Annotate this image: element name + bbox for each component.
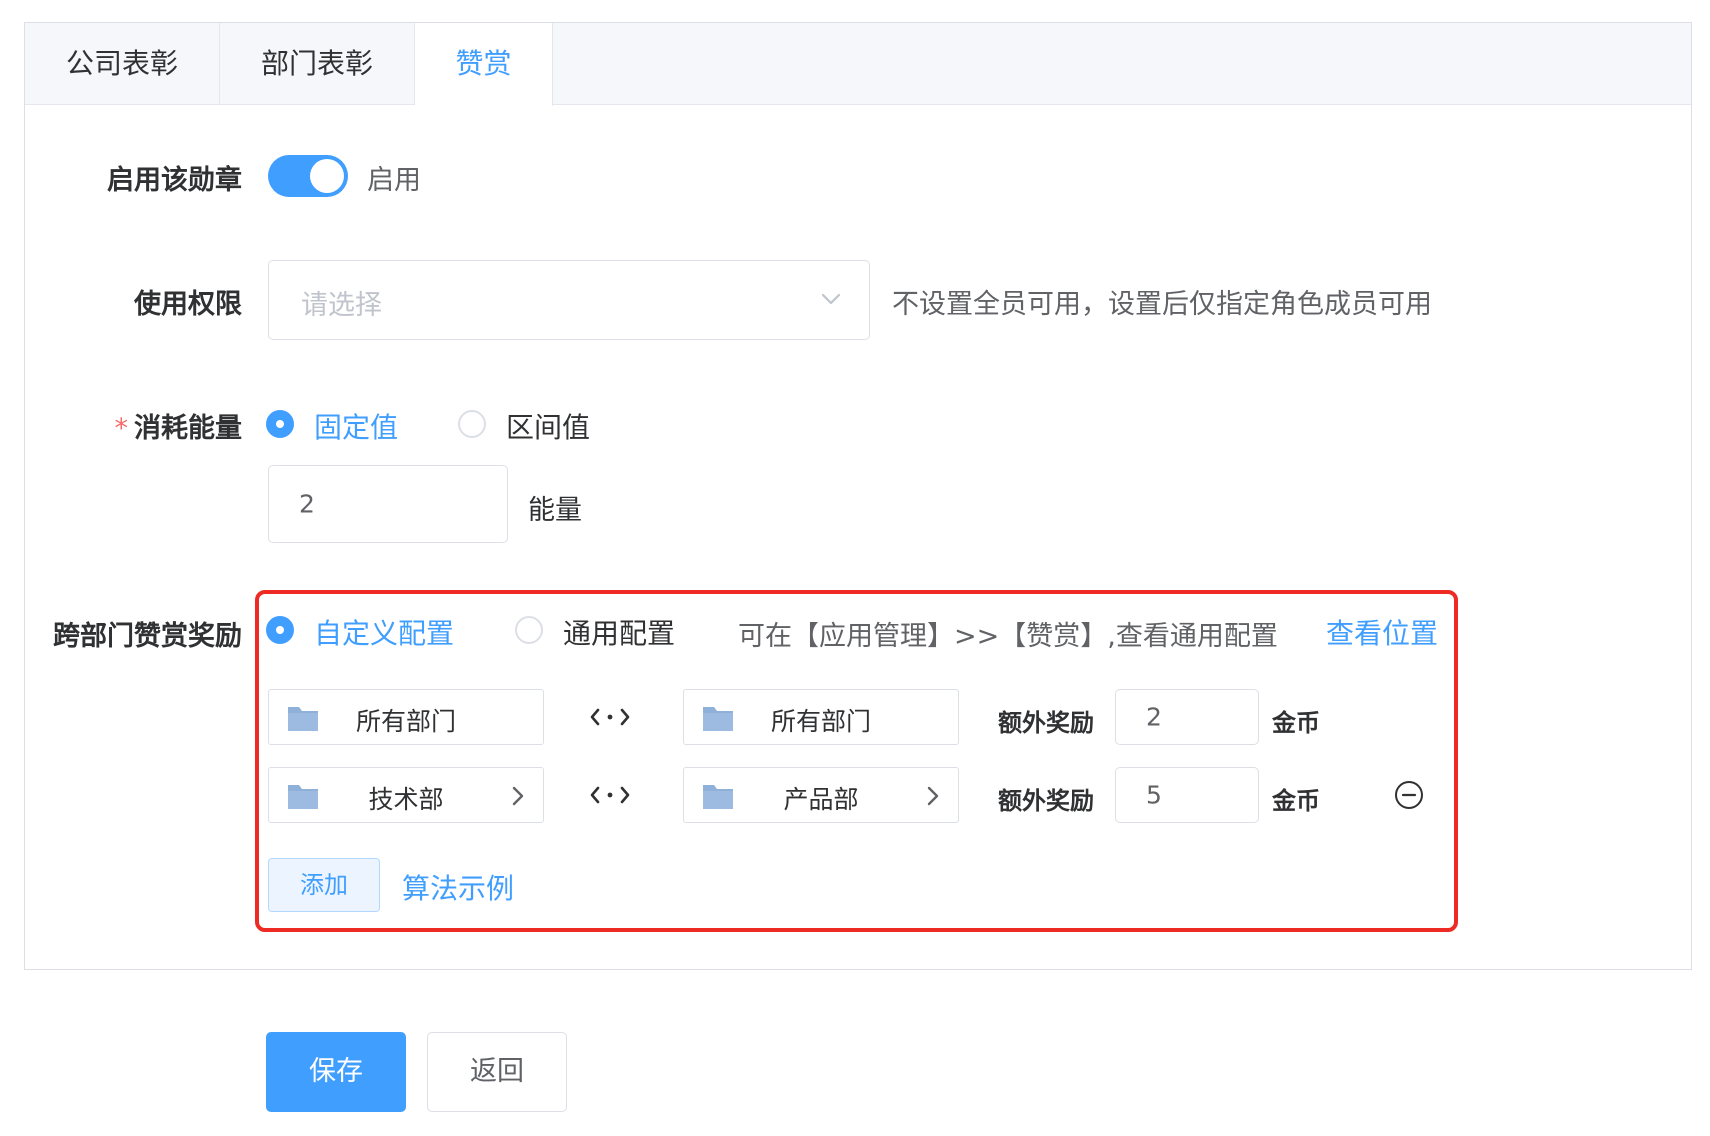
from-dept-name: 技术部 [368, 785, 444, 814]
reward-amount: 2 [1146, 702, 1162, 732]
required-mark: * [114, 413, 129, 444]
custom-config-radio[interactable] [266, 616, 294, 644]
custom-config-label[interactable]: 自定义配置 [314, 612, 454, 652]
chevron-right-icon [927, 786, 939, 806]
to-dept-name: 所有部门 [770, 707, 871, 736]
bidirectional-arrow-icon [590, 786, 630, 804]
enable-switch-text: 启用 [367, 165, 421, 196]
reward-amount-input[interactable]: 5 [1115, 767, 1259, 823]
energy-unit: 能量 [528, 495, 582, 526]
coin-unit: 金币 [1272, 709, 1320, 737]
remove-row-icon[interactable] [1394, 780, 1424, 810]
permission-placeholder: 请选择 [301, 290, 382, 321]
energy-value: 2 [299, 489, 315, 519]
tab-department-praise[interactable]: 部门表彰 [220, 23, 415, 105]
add-row-button[interactable]: 添加 [268, 858, 380, 912]
reward-label: 额外奖励 [998, 709, 1094, 737]
general-config-label[interactable]: 通用配置 [563, 612, 675, 652]
reward-amount: 5 [1146, 780, 1162, 810]
enable-switch[interactable] [268, 155, 348, 197]
to-dept-selector[interactable]: 所有部门 [683, 689, 959, 745]
tab-appreciation[interactable]: 赞赏 [415, 23, 553, 106]
energy-value-input[interactable]: 2 [268, 465, 508, 543]
energy-range-radio[interactable] [458, 410, 486, 438]
back-button[interactable]: 返回 [427, 1032, 567, 1112]
to-dept-selector[interactable]: 产品部 [683, 767, 959, 823]
energy-fixed-label[interactable]: 固定值 [314, 406, 398, 446]
permission-select[interactable]: 请选择 [268, 260, 870, 340]
general-config-info: 可在【应用管理】>>【赞赏】,查看通用配置 [738, 621, 1278, 652]
general-config-radio[interactable] [515, 616, 543, 644]
chevron-down-icon [821, 293, 841, 305]
view-location-link[interactable]: 查看位置 [1326, 612, 1438, 652]
switch-knob [310, 159, 344, 193]
reward-amount-input[interactable]: 2 [1115, 689, 1259, 745]
cross-dept-label: 跨部门赞赏奖励 [53, 621, 242, 652]
to-dept-name: 产品部 [783, 785, 859, 814]
permission-label: 使用权限 [134, 289, 242, 320]
enable-medal-label: 启用该勋章 [107, 165, 242, 196]
energy-label: * 消耗能量 [100, 406, 243, 445]
algorithm-example-link[interactable]: 算法示例 [402, 867, 514, 907]
from-dept-selector[interactable]: 技术部 [268, 767, 544, 823]
tab-company-praise[interactable]: 公司表彰 [25, 23, 220, 105]
energy-fixed-radio[interactable] [266, 410, 294, 438]
reward-label: 额外奖励 [998, 787, 1094, 815]
tab-bar: 公司表彰 部门表彰 赞赏 [25, 23, 1691, 106]
from-dept-selector[interactable]: 所有部门 [268, 689, 544, 745]
energy-range-label[interactable]: 区间值 [506, 406, 590, 446]
coin-unit: 金币 [1272, 787, 1320, 815]
permission-hint: 不设置全员可用，设置后仅指定角色成员可用 [892, 289, 1432, 320]
chevron-right-icon [512, 786, 524, 806]
bidirectional-arrow-icon [590, 708, 630, 726]
energy-label-text: 消耗能量 [134, 413, 242, 444]
save-button[interactable]: 保存 [266, 1032, 406, 1112]
from-dept-name: 所有部门 [355, 707, 456, 736]
